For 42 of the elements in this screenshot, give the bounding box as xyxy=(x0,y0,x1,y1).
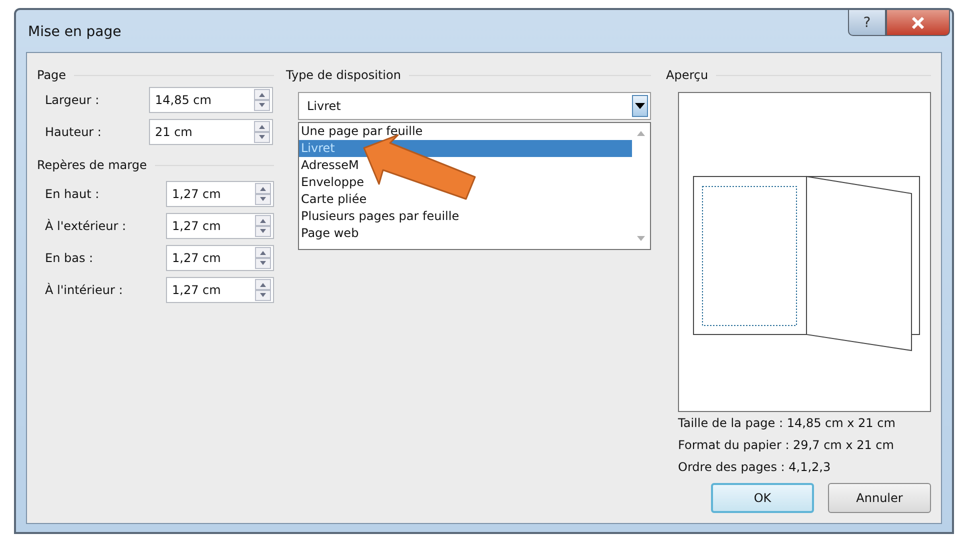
spinner-arrows-icon xyxy=(255,215,271,237)
field-label: À l'extérieur : xyxy=(45,219,128,233)
spin-field[interactable]: 1,27 cm xyxy=(166,277,274,303)
group-title: Type de disposition xyxy=(286,68,401,82)
field-label: Largeur : xyxy=(45,93,100,107)
spinner-arrows-icon xyxy=(254,121,270,143)
list-option[interactable]: Carte pliée xyxy=(299,191,632,208)
spinner-arrows-icon xyxy=(255,247,271,269)
group-title: Page xyxy=(37,68,66,82)
spin-field[interactable]: 14,85 cm xyxy=(149,87,273,113)
field-label: En haut : xyxy=(45,187,100,201)
field-label: Hauteur : xyxy=(45,125,102,139)
ok-button[interactable]: OK xyxy=(711,483,814,513)
help-button[interactable]: ? xyxy=(848,10,886,36)
preview-info: Ordre des pages : 4,1,2,3 xyxy=(678,459,832,476)
scroll-up-icon xyxy=(637,131,645,136)
list-option[interactable]: Enveloppe xyxy=(299,174,632,191)
field-label: En bas : xyxy=(45,251,94,265)
layout-dropdown[interactable]: Livret xyxy=(298,92,651,120)
list-option[interactable]: Plusieurs pages par feuille xyxy=(299,208,632,225)
preview-info: Format du papier : 29,7 cm x 21 cm xyxy=(678,437,895,454)
dropdown-button[interactable] xyxy=(632,95,648,117)
spin-field[interactable]: 1,27 cm xyxy=(166,213,274,239)
spinner-arrows-icon xyxy=(255,279,271,301)
spin-field[interactable]: 1,27 cm xyxy=(166,245,274,271)
scroll-down-icon xyxy=(637,236,645,241)
spinner-arrows-icon xyxy=(255,183,271,205)
close-button[interactable] xyxy=(886,10,950,36)
preview-info: Taille de la page : 14,85 cm x 21 cm xyxy=(678,415,896,432)
spin-field[interactable]: 1,27 cm xyxy=(166,181,274,207)
group-title: Aperçu xyxy=(666,68,708,82)
field-label: À l'intérieur : xyxy=(45,283,124,297)
spin-field[interactable]: 21 cm xyxy=(149,119,273,145)
list-option[interactable]: Une page par feuille xyxy=(299,123,632,140)
caret-icon xyxy=(635,103,645,109)
cancel-button[interactable]: Annuler xyxy=(828,483,931,513)
list-option[interactable]: Page web xyxy=(299,225,632,242)
close-icon xyxy=(911,16,925,28)
spinner-arrows-icon xyxy=(254,89,270,111)
group-title: Repères de marge xyxy=(37,158,147,172)
window-title: Mise en page xyxy=(28,24,122,40)
list-option[interactable]: AdresseM xyxy=(299,157,632,174)
